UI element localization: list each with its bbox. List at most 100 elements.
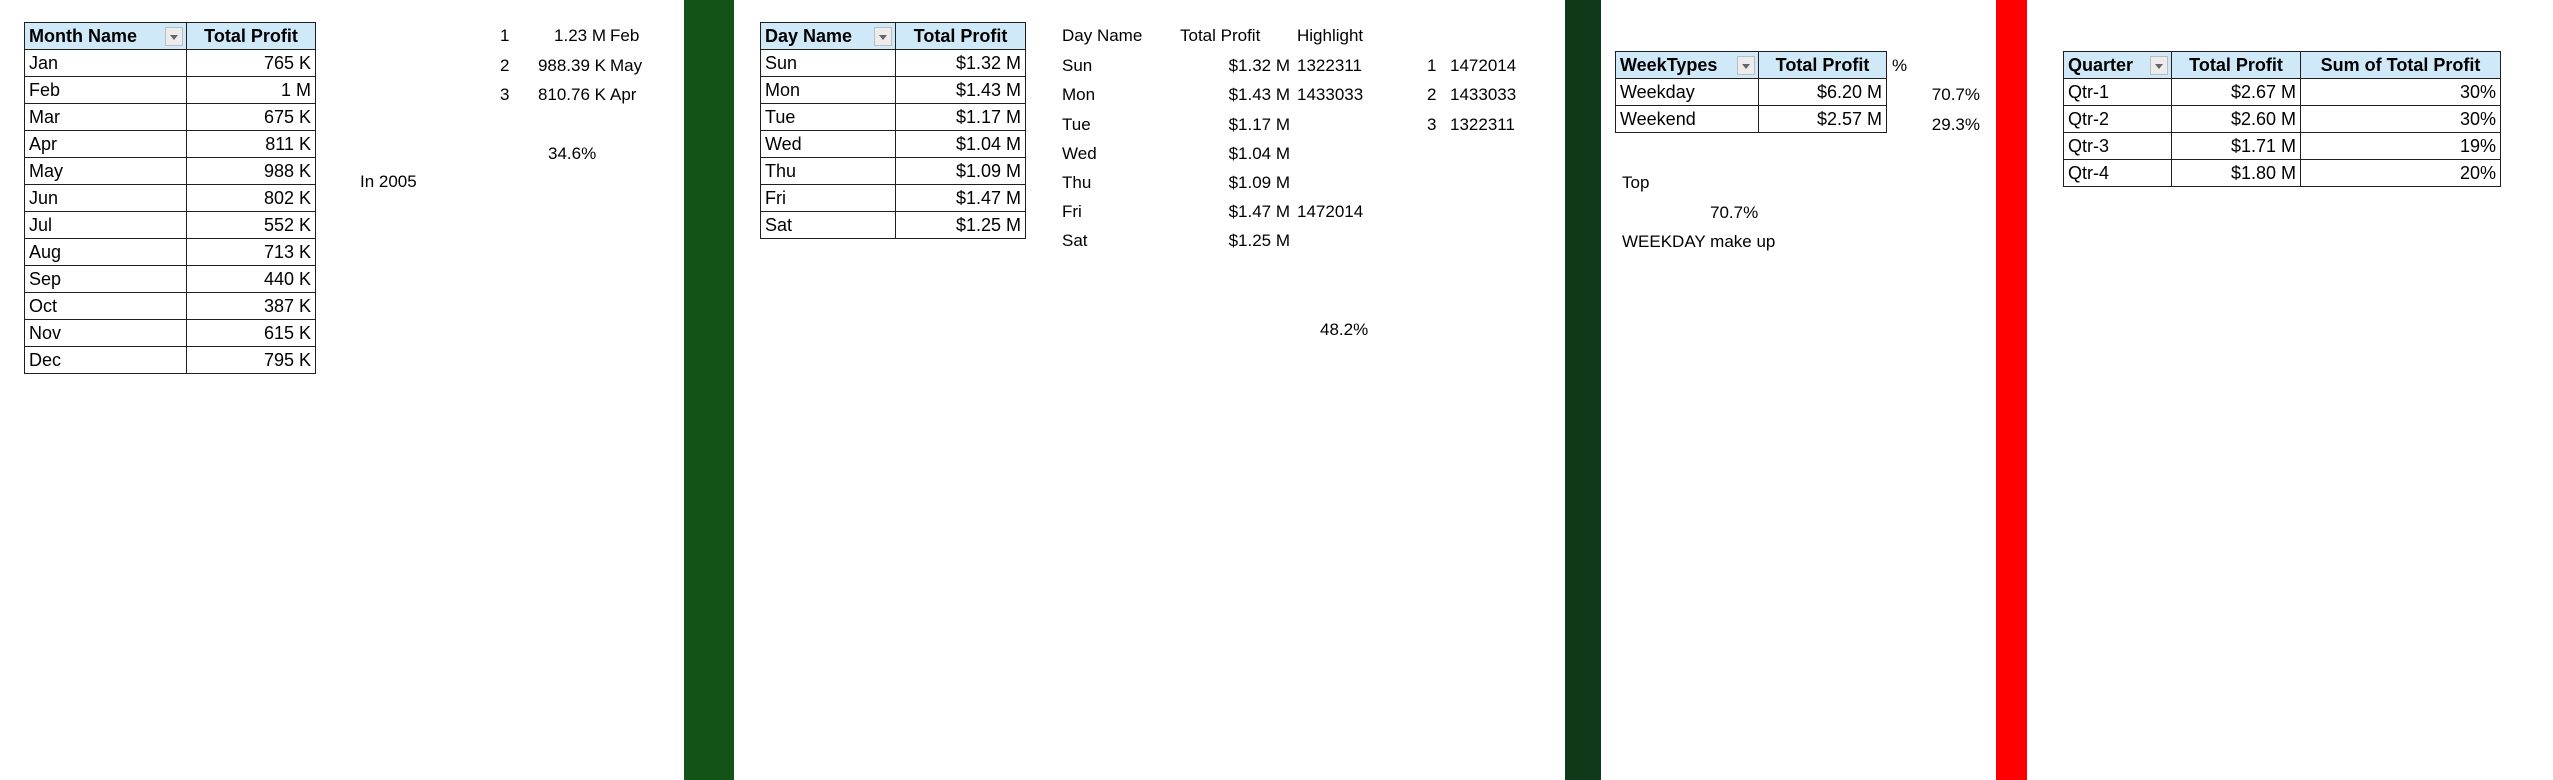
day-cell[interactable]: Sat (760, 211, 896, 239)
month-top3-rank-2[interactable]: 2 (500, 56, 509, 76)
filter-dropdown-icon[interactable] (165, 27, 183, 46)
day-cell[interactable]: Tue (760, 103, 896, 131)
profit-cell[interactable]: $1.80 M (2171, 159, 2301, 187)
table-row[interactable]: Sun $1.32 M (760, 49, 1026, 77)
total-profit-header[interactable]: Total Profit (186, 22, 316, 50)
profit-cell[interactable]: 811 K (186, 130, 316, 158)
weektype-pct-cell[interactable]: 29.3% (1900, 115, 1980, 135)
day-cell[interactable]: Sun (760, 49, 896, 77)
day-cell[interactable]: Mon (760, 76, 896, 104)
table-row[interactable]: Qtr-4 $1.80 M 20% (2063, 159, 2501, 187)
day-helper-header-profit[interactable]: Total Profit (1180, 26, 1260, 46)
pct-cell[interactable]: 19% (2300, 132, 2501, 160)
filter-dropdown-icon[interactable] (2150, 56, 2168, 75)
day-top3-rank-1[interactable]: 1 (1427, 56, 1436, 76)
table-row[interactable]: Thu $1.09 M (760, 157, 1026, 185)
month-cell[interactable]: Oct (24, 292, 187, 320)
profit-cell[interactable]: $1.32 M (895, 49, 1026, 77)
table-row[interactable]: Qtr-1 $2.67 M 30% (2063, 78, 2501, 106)
total-profit-header[interactable]: Total Profit (895, 22, 1026, 50)
table-row[interactable]: Weekday $6.20 M (1615, 78, 1887, 106)
total-profit-header[interactable]: Total Profit (1758, 51, 1887, 79)
day-helper-profit[interactable]: $1.09 M (1160, 173, 1290, 193)
table-row[interactable]: Qtr-2 $2.60 M 30% (2063, 105, 2501, 133)
table-row[interactable]: Qtr-3 $1.71 M 19% (2063, 132, 2501, 160)
profit-cell[interactable]: 552 K (186, 211, 316, 239)
pct-cell[interactable]: 30% (2300, 78, 2501, 106)
table-row[interactable]: Fri $1.47 M (760, 184, 1026, 212)
profit-cell[interactable]: $2.67 M (2171, 78, 2301, 106)
table-row[interactable]: Mar 675 K (24, 103, 316, 131)
profit-cell[interactable]: $1.71 M (2171, 132, 2301, 160)
day-cell[interactable]: Wed (760, 130, 896, 158)
day-helper-day[interactable]: Thu (1062, 173, 1091, 193)
table-row[interactable]: Aug 713 K (24, 238, 316, 266)
day-top3-rank-2[interactable]: 2 (1427, 85, 1436, 105)
filter-dropdown-icon[interactable] (1737, 56, 1755, 75)
day-top3-value-1[interactable]: 1472014 (1450, 56, 1516, 76)
day-cell[interactable]: Fri (760, 184, 896, 212)
month-top3-month-3[interactable]: Apr (610, 85, 636, 105)
month-cell[interactable]: Dec (24, 346, 187, 374)
month-cell[interactable]: Feb (24, 76, 187, 104)
month-cell[interactable]: Jan (24, 49, 187, 77)
table-row[interactable]: Nov 615 K (24, 319, 316, 347)
profit-cell[interactable]: 765 K (186, 49, 316, 77)
profit-cell[interactable]: 713 K (186, 238, 316, 266)
week-top-value[interactable]: 70.7% (1710, 203, 1758, 223)
profit-cell[interactable]: $1.43 M (895, 76, 1026, 104)
day-helper-profit[interactable]: $1.25 M (1160, 231, 1290, 251)
pct-cell[interactable]: 30% (2300, 105, 2501, 133)
pct-cell[interactable]: 20% (2300, 159, 2501, 187)
table-row[interactable]: Dec 795 K (24, 346, 316, 374)
profit-cell[interactable]: $6.20 M (1758, 78, 1887, 106)
day-helper-profit[interactable]: $1.32 M (1160, 56, 1290, 76)
day-name-header[interactable]: Day Name (760, 22, 896, 50)
profit-cell[interactable]: 615 K (186, 319, 316, 347)
day-top3-value-2[interactable]: 1433033 (1450, 85, 1516, 105)
day-helper-day[interactable]: Mon (1062, 85, 1095, 105)
table-row[interactable]: Tue $1.17 M (760, 103, 1026, 131)
weektype-cell[interactable]: Weekday (1615, 78, 1759, 106)
month-cell[interactable]: Nov (24, 319, 187, 347)
table-row[interactable]: Wed $1.04 M (760, 130, 1026, 158)
table-row[interactable]: Sat $1.25 M (760, 211, 1026, 239)
table-row[interactable]: Mon $1.43 M (760, 76, 1026, 104)
month-name-header[interactable]: Month Name (24, 22, 187, 50)
month-top3-rank-3[interactable]: 3 (500, 85, 509, 105)
month-share-value[interactable]: 34.6% (548, 144, 596, 164)
table-row[interactable]: Jul 552 K (24, 211, 316, 239)
profit-cell[interactable]: $1.47 M (895, 184, 1026, 212)
day-helper-profit[interactable]: $1.47 M (1160, 202, 1290, 222)
sum-total-profit-header[interactable]: Sum of Total Profit (2300, 51, 2501, 79)
quarter-cell[interactable]: Qtr-4 (2063, 159, 2172, 187)
day-helper-day[interactable]: Sat (1062, 231, 1088, 251)
month-cell[interactable]: Jul (24, 211, 187, 239)
day-top3-value-3[interactable]: 1322311 (1450, 115, 1515, 135)
month-top3-value-2[interactable]: 988.39 K (520, 56, 606, 76)
quarter-header[interactable]: Quarter (2063, 51, 2172, 79)
month-top3-month-2[interactable]: May (610, 56, 642, 76)
month-top3-value-1[interactable]: 1.23 M (520, 26, 606, 46)
table-row[interactable]: Apr 811 K (24, 130, 316, 158)
table-row[interactable]: Weekend $2.57 M (1615, 105, 1887, 133)
day-cell[interactable]: Thu (760, 157, 896, 185)
profit-cell[interactable]: $1.04 M (895, 130, 1026, 158)
month-cell[interactable]: Sep (24, 265, 187, 293)
day-top3-rank-3[interactable]: 3 (1427, 115, 1436, 135)
day-helper-highlight[interactable]: 1472014 (1297, 202, 1363, 222)
quarter-cell[interactable]: Qtr-2 (2063, 105, 2172, 133)
table-row[interactable]: Jan 765 K (24, 49, 316, 77)
month-cell[interactable]: Aug (24, 238, 187, 266)
month-cell[interactable]: Mar (24, 103, 187, 131)
day-helper-highlight[interactable]: 1322311 (1297, 56, 1362, 76)
profit-cell[interactable]: 795 K (186, 346, 316, 374)
table-row[interactable]: May 988 K (24, 157, 316, 185)
profit-cell[interactable]: $2.57 M (1758, 105, 1887, 133)
month-top3-month-1[interactable]: Feb (610, 26, 639, 46)
profit-cell[interactable]: $2.60 M (2171, 105, 2301, 133)
day-helper-profit[interactable]: $1.43 M (1160, 85, 1290, 105)
quarter-cell[interactable]: Qtr-1 (2063, 78, 2172, 106)
day-helper-day[interactable]: Sun (1062, 56, 1092, 76)
profit-cell[interactable]: $1.25 M (895, 211, 1026, 239)
